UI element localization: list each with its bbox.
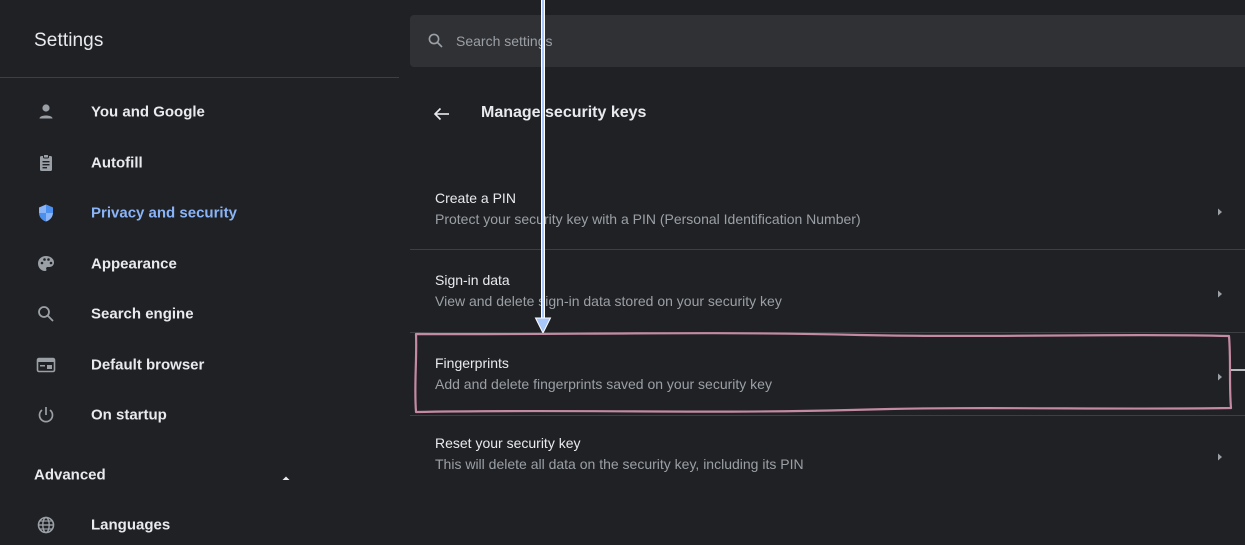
sidebar-divider — [0, 77, 399, 78]
advanced-section-toggle[interactable]: Advanced — [0, 455, 300, 495]
sidebar-item-label: Default browser — [91, 356, 205, 374]
advanced-label: Advanced — [34, 466, 106, 484]
globe-icon — [36, 515, 56, 535]
sidebar-item-you-and-google[interactable]: You and Google — [0, 92, 399, 132]
sidebar-item-appearance[interactable]: Appearance — [0, 244, 399, 284]
sidebar-item-label: Appearance — [91, 255, 177, 273]
list-item-title: Create a PIN — [435, 190, 516, 206]
list-item-description: Add and delete fingerprints saved on you… — [435, 376, 772, 392]
sidebar-item-label: Autofill — [91, 154, 143, 172]
clipboard-icon — [36, 153, 56, 173]
sidebar-item-label: On startup — [91, 406, 167, 424]
sidebar-title: Settings — [34, 30, 104, 51]
sidebar-item-privacy-and-security[interactable]: Privacy and security — [0, 193, 399, 233]
page-title: Manage security keys — [481, 104, 647, 121]
sidebar-item-default-browser[interactable]: Default browser — [0, 345, 399, 385]
sidebar-item-label: Privacy and security — [91, 204, 237, 222]
sidebar: Settings You and Google Autofill Privacy… — [0, 0, 399, 534]
sidebar-item-label: You and Google — [91, 103, 205, 121]
list-item-description: This will delete all data on the securit… — [435, 456, 804, 472]
list-item-description: View and delete sign-in data stored on y… — [435, 293, 782, 309]
chevron-right-icon — [1216, 286, 1224, 298]
row-divider — [410, 249, 1245, 250]
search-input[interactable] — [456, 15, 1156, 67]
row-divider — [410, 332, 1245, 333]
chevron-right-icon — [1216, 449, 1224, 461]
search-icon — [427, 32, 445, 50]
sidebar-item-languages[interactable]: Languages — [0, 505, 399, 545]
sidebar-item-search-engine[interactable]: Search engine — [0, 294, 399, 334]
row-divider — [410, 415, 1245, 416]
back-arrow-icon[interactable] — [432, 104, 452, 124]
list-item-sign-in-data[interactable]: Sign-in data View and delete sign-in dat… — [410, 272, 1245, 352]
browser-window-icon — [36, 355, 56, 375]
sidebar-item-label: Search engine — [91, 305, 194, 323]
sidebar-item-on-startup[interactable]: On startup — [0, 395, 399, 435]
sidebar-item-label: Languages — [91, 516, 171, 534]
power-icon — [36, 405, 56, 425]
person-icon — [36, 102, 56, 122]
list-item-title: Fingerprints — [435, 355, 509, 371]
search-bar[interactable] — [410, 15, 1245, 67]
sidebar-item-autofill[interactable]: Autofill — [0, 143, 399, 183]
list-item-reset-security-key[interactable]: Reset your security key This will delete… — [410, 435, 1245, 515]
chevron-right-icon — [1216, 204, 1224, 216]
shield-icon — [36, 203, 56, 223]
list-item-create-pin[interactable]: Create a PIN Protect your security key w… — [410, 190, 1245, 270]
list-item-title: Sign-in data — [435, 272, 510, 288]
list-item-description: Protect your security key with a PIN (Pe… — [435, 211, 861, 227]
chevron-right-icon — [1216, 369, 1224, 381]
caret-up-icon — [281, 470, 291, 480]
search-icon — [36, 304, 56, 324]
list-item-fingerprints[interactable]: Fingerprints Add and delete fingerprints… — [410, 355, 1245, 435]
page-header: Manage security keys — [410, 92, 1245, 136]
palette-icon — [36, 254, 56, 274]
list-item-title: Reset your security key — [435, 435, 581, 451]
